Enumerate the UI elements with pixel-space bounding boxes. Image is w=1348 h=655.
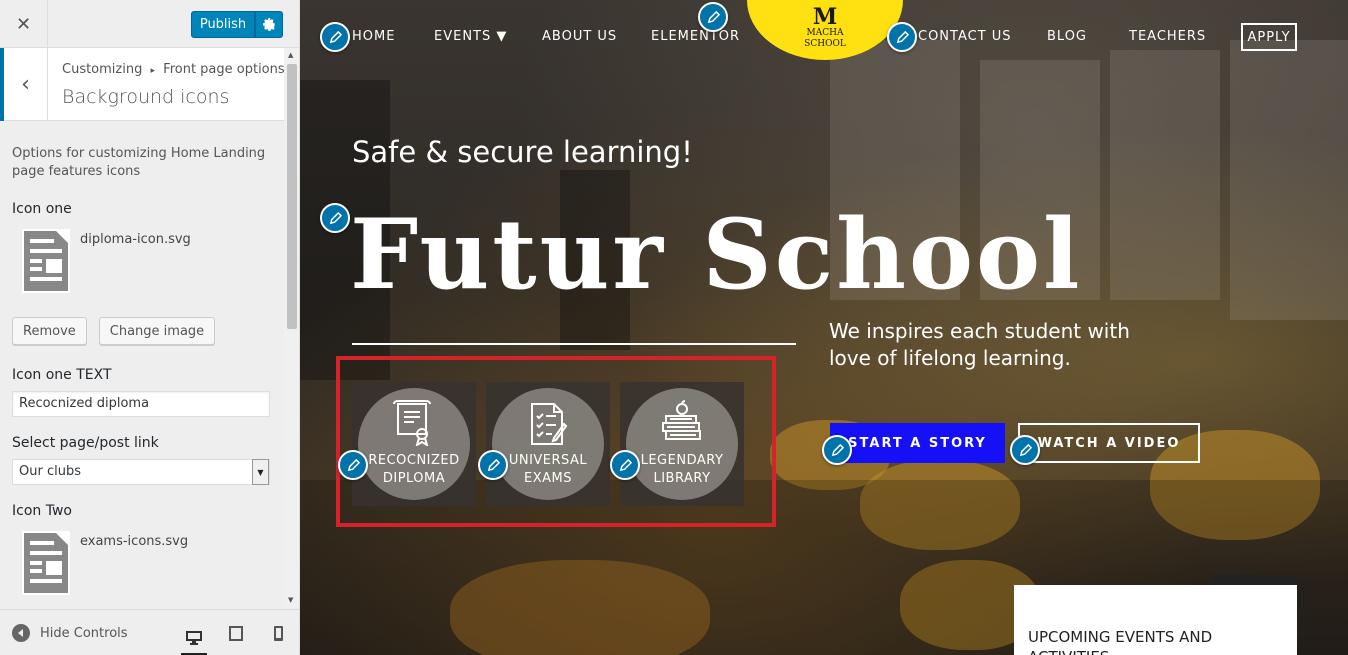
pencil-icon <box>487 458 500 471</box>
edit-shortcut-video-button[interactable] <box>1010 435 1040 465</box>
hero-subtitle: We inspires each student with love of li… <box>829 319 1130 370</box>
icon-one-text-input[interactable]: Recocnized diploma <box>12 391 270 417</box>
edit-shortcut-elementor[interactable] <box>698 2 728 32</box>
gear-icon <box>262 18 275 31</box>
edit-shortcut-hero[interactable] <box>320 203 350 233</box>
mobile-icon <box>273 625 283 641</box>
nav-blog[interactable]: BLOG <box>1047 29 1087 44</box>
logo-line1: MACHA <box>806 28 844 38</box>
library-icon <box>662 400 701 440</box>
breadcrumb: Customizing ▸ Front page options <box>62 62 285 77</box>
page-link-title: Select page/post link <box>12 435 159 451</box>
bg-wall-panel <box>1110 50 1220 300</box>
pencil-icon <box>1019 443 1032 456</box>
close-icon: ✕ <box>15 13 32 35</box>
icon-one-title: Icon one <box>12 201 72 217</box>
document-icon <box>22 229 70 293</box>
controls-panel: Options for customizing Home Landing pag… <box>0 121 284 609</box>
pencil-icon <box>619 458 632 471</box>
feature-label: RECOCNIZED DIPLOMA <box>352 452 476 488</box>
icon-two-filename: exams-icons.svg <box>80 534 189 549</box>
icon-one-text-title: Icon one TEXT <box>12 367 112 383</box>
edit-shortcut-feature-1[interactable] <box>338 450 368 480</box>
nav-teachers[interactable]: TEACHERS <box>1129 29 1206 44</box>
pencil-icon <box>347 458 360 471</box>
remove-image-button[interactable]: Remove <box>12 317 87 345</box>
customizer-sidebar: ✕ Publish ‹ Customizing ▸ Front page opt… <box>0 0 300 655</box>
nav-contact[interactable]: CONTACT US <box>918 29 1012 44</box>
page-link-select[interactable]: Our clubs ▼ <box>12 459 270 485</box>
breadcrumb-parent: Front page options <box>163 62 285 77</box>
section-description: Options for customizing Home Landing pag… <box>12 146 266 179</box>
pencil-icon <box>329 30 342 43</box>
mobile-preview-button[interactable] <box>265 622 291 644</box>
section-title: Background icons <box>62 86 230 108</box>
desktop-icon <box>186 630 202 645</box>
pencil-icon <box>329 211 342 224</box>
nav-elementor[interactable]: ELEMENTOR <box>651 29 740 44</box>
feature-library[interactable]: LEGENDARY LIBRARY <box>620 382 744 506</box>
hero-divider <box>352 343 796 345</box>
nav-events[interactable]: EVENTS ▼ <box>434 29 507 44</box>
exams-icon <box>531 403 568 445</box>
diploma-icon <box>393 400 431 446</box>
logo-line2: SCHOOL <box>804 39 846 49</box>
feature-diploma[interactable]: RECOCNIZED DIPLOMA <box>352 382 476 506</box>
feature-label-line1: RECOCNIZED <box>368 453 460 468</box>
events-tab-bar <box>1212 575 1297 585</box>
edit-shortcut-nav-right[interactable] <box>887 22 917 52</box>
breadcrumb-root: Customizing <box>62 62 143 77</box>
icon-one-actions: Remove Change image <box>12 317 272 345</box>
icon-two-preview: exams-icons.svg <box>12 531 272 603</box>
hero-tagline: Safe & secure learning! <box>352 135 693 169</box>
edit-shortcut-story-button[interactable] <box>822 435 852 465</box>
customizer-header: ✕ Publish <box>0 0 299 48</box>
hero-title: Futur School <box>350 198 1083 311</box>
scroll-up-icon[interactable]: ▲ <box>288 51 293 59</box>
pencil-icon <box>707 10 720 23</box>
nav-apply-button[interactable]: APPLY <box>1241 23 1297 51</box>
watch-video-button[interactable]: WATCH A VIDEO <box>1018 423 1200 463</box>
section-header: ‹ Customizing ▸ Front page options Backg… <box>0 48 285 121</box>
icon-two-title: Icon Two <box>12 503 72 519</box>
close-customizer-button[interactable]: ✕ <box>0 0 48 48</box>
pencil-icon <box>896 30 909 43</box>
scroll-down-icon[interactable]: ▼ <box>288 596 293 604</box>
breadcrumb-separator: ▸ <box>150 66 156 76</box>
edit-shortcut-nav-left[interactable] <box>320 22 350 52</box>
chevron-left-icon: ‹ <box>21 72 30 97</box>
logo-letter: M <box>812 4 838 30</box>
back-button[interactable]: ‹ <box>0 48 48 121</box>
pencil-icon <box>831 443 844 456</box>
dropdown-arrow-icon[interactable]: ▼ <box>252 459 269 485</box>
edit-shortcut-feature-2[interactable] <box>478 450 508 480</box>
icon-one-filename: diploma-icon.svg <box>80 232 191 247</box>
tablet-preview-button[interactable] <box>223 622 249 644</box>
icon-one-preview: diploma-icon.svg <box>12 229 272 301</box>
controls-scrollbar[interactable]: ▲ ▼ <box>284 48 299 608</box>
upcoming-events-box: UPCOMING EVENTS AND ACTIVITIES <box>1014 585 1297 655</box>
hide-controls-label: Hide Controls <box>40 625 128 641</box>
nav-about[interactable]: ABOUT US <box>542 29 617 44</box>
feature-label-line2: DIPLOMA <box>382 471 446 486</box>
page-link-selected: Our clubs <box>19 464 81 479</box>
bg-wall-panel <box>1230 40 1348 320</box>
start-story-button[interactable]: START A STORY <box>830 423 1005 463</box>
publish-settings-button[interactable] <box>255 11 283 38</box>
events-title: UPCOMING EVENTS AND ACTIVITIES <box>1028 628 1213 655</box>
document-icon <box>22 531 70 595</box>
publish-button[interactable]: Publish <box>191 11 255 38</box>
change-image-button[interactable]: Change image <box>98 317 216 345</box>
feature-exams[interactable]: UNIVERSAL EXAMS <box>486 382 610 506</box>
scrollbar-thumb[interactable] <box>287 64 297 329</box>
feature-label-line2: LIBRARY <box>653 471 711 486</box>
nav-home[interactable]: HOME <box>352 29 395 44</box>
customizer-footer: Hide Controls <box>0 609 299 655</box>
edit-shortcut-feature-3[interactable] <box>610 450 640 480</box>
desktop-preview-button[interactable] <box>181 622 207 655</box>
arrow-left-circle-icon <box>12 624 30 642</box>
tablet-icon <box>229 625 243 641</box>
hide-controls-button[interactable]: Hide Controls <box>12 624 128 642</box>
site-preview: HOME EVENTS ▼ ABOUT US ELEMENTOR CONTACT… <box>300 0 1348 655</box>
